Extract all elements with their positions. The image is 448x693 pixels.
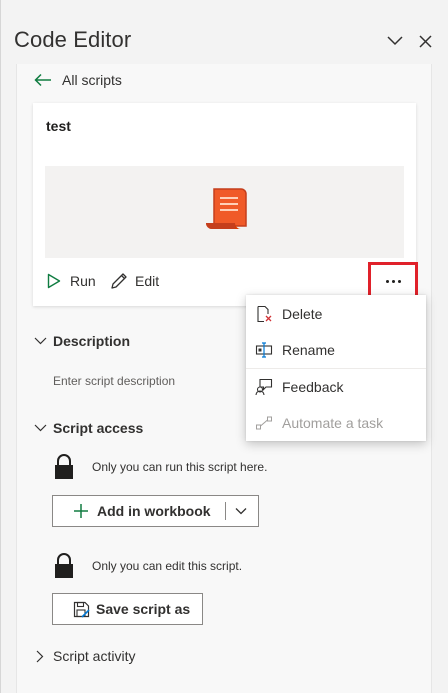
script-access-title: Script access <box>53 420 144 436</box>
back-arrow-icon <box>34 73 54 87</box>
script-scroll-icon <box>206 188 247 229</box>
all-scripts-label: All scripts <box>62 72 122 88</box>
plus-icon <box>73 503 89 519</box>
run-permission-text: Only you can run this script here. <box>92 460 268 474</box>
close-icon <box>418 34 432 48</box>
menu-item-label: Rename <box>282 342 335 358</box>
description-title: Description <box>53 333 131 349</box>
edit-label: Edit <box>135 273 160 289</box>
menu-item-label: Feedback <box>282 379 344 395</box>
more-icon <box>385 279 401 283</box>
pane-title: Code Editor <box>14 27 132 52</box>
menu-item-feedback[interactable]: Feedback <box>246 369 426 405</box>
save-as-icon <box>73 601 90 618</box>
menu-item-label: Delete <box>282 306 323 322</box>
more-options-menu: Delete Rename Feedback Automate a task <box>246 295 426 441</box>
lock-icon <box>55 454 73 479</box>
chevron-right-icon <box>33 649 47 663</box>
menu-item-rename[interactable]: Rename <box>246 332 426 368</box>
chevron-down-icon <box>33 421 47 435</box>
script-name: test <box>46 118 71 134</box>
description-input[interactable]: Enter script description <box>53 374 175 388</box>
chevron-down-icon[interactable] <box>234 504 248 521</box>
feedback-icon <box>254 377 274 397</box>
all-scripts-link[interactable]: All scripts <box>34 70 122 90</box>
script-preview <box>45 166 404 258</box>
automate-icon <box>254 413 274 433</box>
add-in-workbook-button[interactable]: Add in workbook <box>52 495 259 527</box>
rename-icon <box>254 340 274 360</box>
script-access-section-toggle[interactable]: Script access <box>33 418 143 438</box>
save-script-as-label: Save script as <box>96 601 191 617</box>
save-script-as-button[interactable]: Save script as <box>52 593 203 625</box>
split-divider <box>225 502 226 520</box>
edit-permission-row: Only you can edit this script. <box>53 553 242 579</box>
delete-icon <box>254 304 274 324</box>
add-in-workbook-label: Add in workbook <box>97 503 211 519</box>
run-button[interactable]: Run <box>47 271 96 291</box>
collapse-pane-button[interactable] <box>384 30 406 52</box>
menu-item-delete[interactable]: Delete <box>246 296 426 332</box>
chevron-down-icon <box>387 36 403 46</box>
menu-item-label: Automate a task <box>282 415 384 431</box>
run-label: Run <box>70 273 96 289</box>
chevron-down-icon <box>33 334 47 348</box>
menu-item-automate-task: Automate a task <box>246 405 426 441</box>
description-section-toggle[interactable]: Description <box>33 331 130 351</box>
pane-header: Code Editor <box>0 0 448 64</box>
script-card: test Run Edit <box>33 103 416 306</box>
edit-button[interactable]: Edit <box>110 271 159 291</box>
edit-permission-text: Only you can edit this script. <box>92 559 243 573</box>
pencil-icon <box>111 273 127 289</box>
close-pane-button[interactable] <box>414 30 436 52</box>
run-permission-row: Only you can run this script here. <box>53 454 267 480</box>
script-activity-section-toggle[interactable]: Script activity <box>33 646 135 666</box>
lock-icon <box>55 553 73 578</box>
script-activity-title: Script activity <box>53 648 136 664</box>
play-icon <box>47 273 61 289</box>
